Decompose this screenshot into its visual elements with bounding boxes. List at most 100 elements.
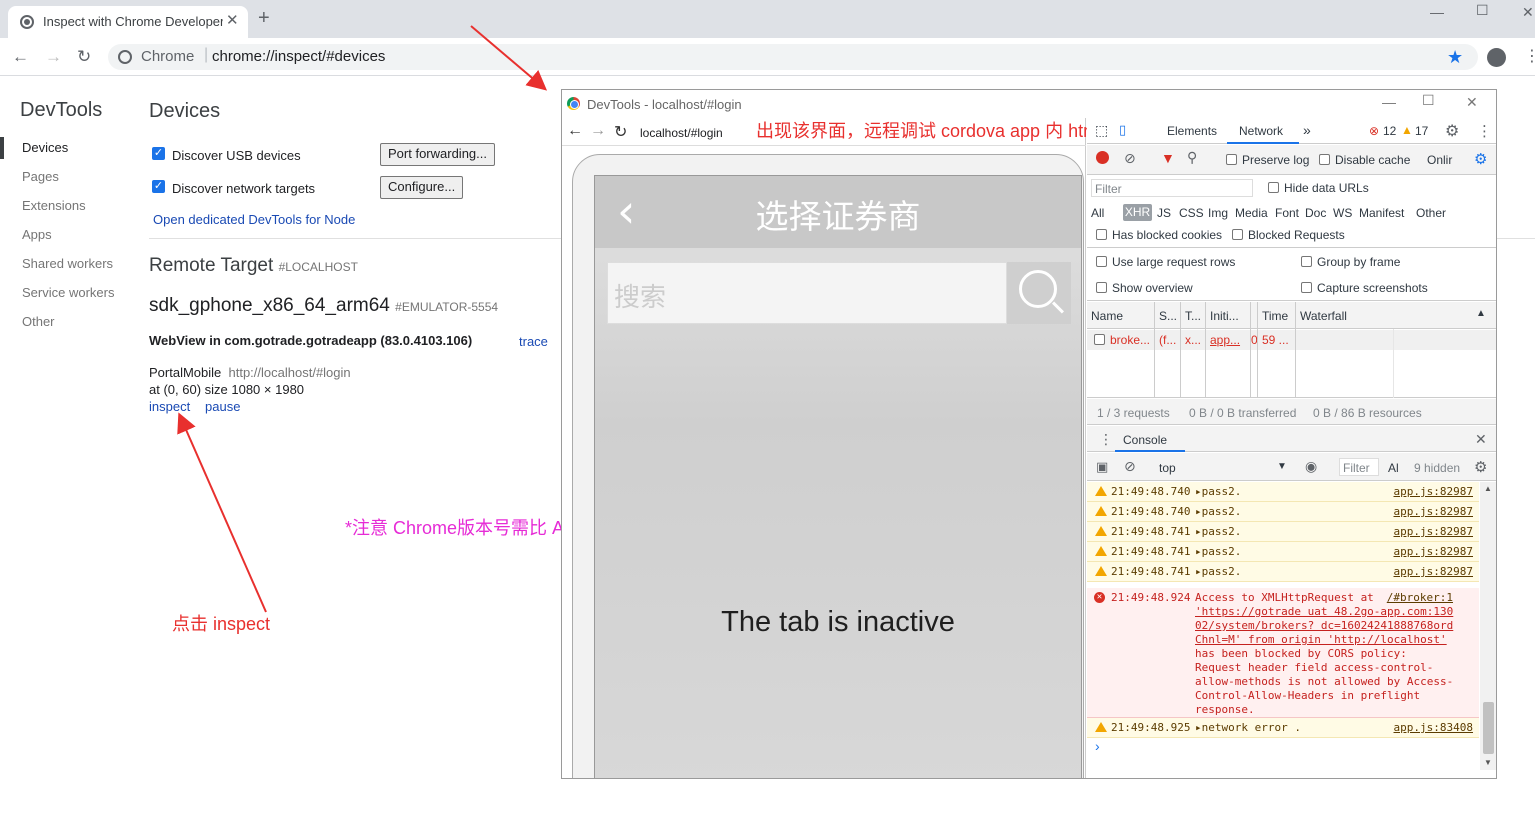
error-source-link[interactable]: /#broker:1 [1387, 591, 1453, 604]
context-dropdown-icon[interactable]: ▼ [1277, 461, 1287, 472]
group-by-frame-checkbox[interactable] [1301, 256, 1312, 267]
log-levels-select[interactable]: Al [1388, 461, 1399, 475]
type-filter-font[interactable]: Font [1275, 206, 1299, 220]
filter-input[interactable]: Filter [1091, 179, 1253, 197]
throttling-select[interactable]: Onlir [1427, 153, 1452, 167]
table-row[interactable]: broke... (f... x... app... 0 59 ... [1087, 330, 1496, 350]
devtools-close-icon[interactable]: ✕ [1466, 94, 1478, 111]
warning-source-link[interactable]: app.js:82987 [1394, 525, 1473, 538]
col-time[interactable]: Time [1262, 309, 1288, 323]
disable-cache-checkbox[interactable] [1319, 154, 1330, 165]
search-icon[interactable]: ⚲ [1187, 149, 1197, 166]
col-waterfall[interactable]: Waterfall [1300, 309, 1347, 323]
warning-message[interactable]: ▸pass2. [1195, 565, 1241, 578]
grid-divider [1205, 302, 1206, 398]
type-filter-manifest[interactable]: Manifest [1359, 206, 1404, 220]
warning-source-link[interactable]: app.js:82987 [1394, 545, 1473, 558]
context-select[interactable]: top [1159, 461, 1176, 475]
blocked-requests-label: Blocked Requests [1248, 228, 1345, 242]
warning-source-link[interactable]: app.js:83408 [1394, 721, 1473, 734]
devtools-maximize-icon[interactable]: ☐ [1422, 92, 1435, 109]
warning-time: 21:49:48.925 [1111, 721, 1191, 734]
status-requests: 1 / 3 requests [1097, 406, 1170, 420]
grid-divider [1295, 302, 1296, 398]
console-settings-icon[interactable]: ⚙ [1474, 458, 1487, 476]
hide-data-urls-checkbox[interactable] [1268, 182, 1279, 193]
tab-network[interactable]: Network [1239, 124, 1283, 138]
grid-divider [1250, 302, 1251, 398]
type-filter-doc[interactable]: Doc [1305, 206, 1326, 220]
drawer-menu-icon[interactable]: ⋮ [1099, 431, 1113, 448]
filter-placeholder: Filter [1095, 182, 1122, 196]
warning-source-link[interactable]: app.js:82987 [1394, 565, 1473, 578]
sort-up-icon[interactable]: ▲ [1476, 308, 1486, 319]
preserve-log-checkbox[interactable] [1226, 154, 1237, 165]
device-toolbar-icon[interactable]: ▯ [1119, 122, 1126, 138]
devtools-menu-icon[interactable]: ⋮ [1477, 122, 1492, 140]
warning-message[interactable]: ▸pass2. [1195, 485, 1241, 498]
warning-source-link[interactable]: app.js:82987 [1394, 485, 1473, 498]
live-expression-eye-icon[interactable]: ◉ [1305, 458, 1317, 475]
clear-icon[interactable]: ⊘ [1124, 150, 1136, 167]
col-initiator[interactable]: Initi... [1210, 309, 1239, 323]
scroll-thumb[interactable] [1483, 702, 1494, 754]
show-overview-checkbox[interactable] [1096, 282, 1107, 293]
type-filter-css[interactable]: CSS [1179, 206, 1204, 220]
warning-message[interactable]: ▸pass2. [1195, 545, 1241, 558]
console-prompt[interactable]: › [1095, 738, 1100, 754]
clear-console-icon[interactable]: ⊘ [1124, 458, 1136, 475]
record-icon[interactable] [1096, 151, 1109, 164]
type-filter-media[interactable]: Media [1235, 206, 1268, 220]
more-tabs-icon[interactable]: » [1303, 122, 1311, 138]
device-screen[interactable]: ‹ 选择证券商 搜索 The tab is inactive [594, 175, 1082, 778]
warning-count-icon[interactable]: ▲ [1401, 123, 1413, 137]
warning-message[interactable]: ▸pass2. [1195, 525, 1241, 538]
screencast-back-icon[interactable]: ← [567, 122, 583, 140]
row-initiator[interactable]: app... [1210, 333, 1240, 347]
network-settings-icon[interactable]: ⚙ [1474, 150, 1487, 168]
settings-gear-icon[interactable]: ⚙ [1445, 121, 1459, 141]
tab-elements[interactable]: Elements [1167, 124, 1217, 138]
capture-screenshots-checkbox[interactable] [1301, 282, 1312, 293]
screencast-reload-icon[interactable]: ↻ [614, 122, 627, 142]
col-status[interactable]: S... [1159, 309, 1177, 323]
warning-source-link[interactable]: app.js:82987 [1394, 505, 1473, 518]
col-name[interactable]: Name [1091, 309, 1123, 323]
close-drawer-icon[interactable]: ✕ [1475, 431, 1487, 448]
request-table: Name S... T... Initi... Time Waterfall ▲… [1087, 302, 1496, 398]
type-filter-bar: All XHR JS CSS Img Media Font Doc WS Man… [1091, 204, 1491, 222]
disable-cache-label: Disable cache [1335, 153, 1411, 167]
tab-console[interactable]: Console [1123, 433, 1167, 447]
annotation-remote-debug: 出现该界面，远程调试 cordova app 内 html [756, 121, 1103, 141]
app-search-icon[interactable] [1007, 262, 1071, 324]
type-filter-js[interactable]: JS [1157, 206, 1171, 220]
large-rows-label: Use large request rows [1112, 255, 1236, 269]
type-filter-other[interactable]: Other [1416, 206, 1446, 220]
tab-selected-indicator [1227, 142, 1299, 144]
type-filter-img[interactable]: Img [1208, 206, 1228, 220]
app-search-input[interactable]: 搜索 [607, 262, 1007, 324]
col-type[interactable]: T... [1185, 309, 1201, 323]
warning-message[interactable]: ▸network error . [1195, 721, 1301, 734]
console-filter-input[interactable]: Filter [1339, 458, 1379, 476]
screencast-forward-icon[interactable]: → [590, 122, 606, 140]
scroll-up-icon[interactable]: ▲ [1484, 484, 1492, 493]
error-count: 12 [1383, 124, 1397, 138]
screencast-url[interactable]: localhost/#login [640, 126, 723, 140]
filter-funnel-icon[interactable]: ▼ [1161, 150, 1175, 166]
sidebar-toggle-icon[interactable]: ▣ [1096, 459, 1108, 475]
devtools-minimize-icon[interactable]: — [1382, 94, 1396, 110]
blocked-cookies-checkbox[interactable] [1096, 229, 1107, 240]
large-rows-checkbox[interactable] [1096, 256, 1107, 267]
console-scrollbar[interactable]: ▲ ▼ [1480, 482, 1496, 770]
inspect-element-icon[interactable]: ⬚ [1095, 122, 1108, 139]
warning-message[interactable]: ▸pass2. [1195, 505, 1241, 518]
annotation-click-inspect: 点击 inspect [172, 614, 271, 634]
error-count-icon[interactable]: ⊗ [1369, 124, 1379, 138]
type-filter-ws[interactable]: WS [1333, 206, 1352, 220]
blocked-requests-checkbox[interactable] [1232, 229, 1243, 240]
status-transferred: 0 B / 0 B transferred [1189, 406, 1297, 420]
type-filter-xhr[interactable]: XHR [1123, 204, 1152, 221]
type-filter-all[interactable]: All [1091, 206, 1104, 220]
scroll-down-icon[interactable]: ▼ [1484, 758, 1492, 767]
